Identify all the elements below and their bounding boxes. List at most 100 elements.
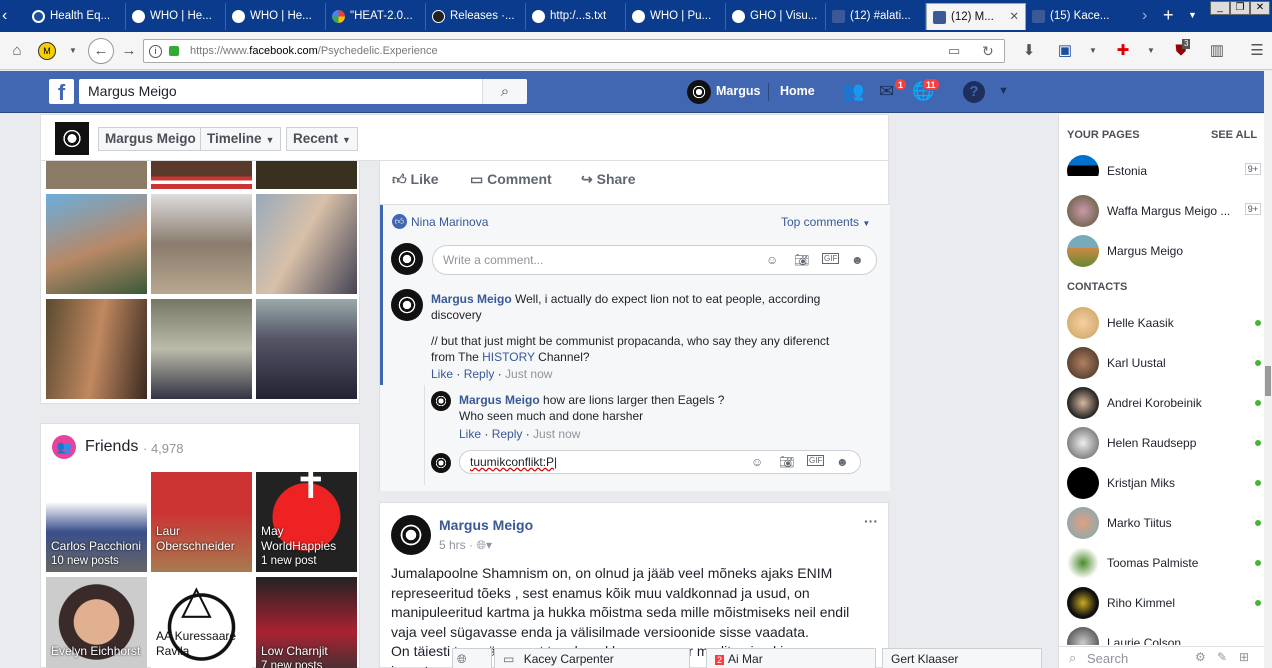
contact-item[interactable]: Andrei Korobeinik <box>1067 385 1263 421</box>
first-aid-icon[interactable]: ✚ <box>1112 41 1134 61</box>
menu-icon[interactable]: ☰ <box>1246 41 1268 61</box>
breadcrumb-recent[interactable]: Recent ▼ <box>286 127 358 151</box>
chat-tab[interactable]: 2 Ai Mar <box>706 648 876 668</box>
friend-requests-icon[interactable]: 👥 <box>842 81 868 103</box>
comment-button[interactable]: ▭ Comment <box>470 171 552 188</box>
forward-button[interactable]: → <box>118 41 140 61</box>
reply-like-link[interactable]: Like <box>459 427 481 441</box>
top-comments-dropdown[interactable]: Top comments ▼ <box>781 215 870 229</box>
comment-author[interactable]: Margus Meigo <box>431 292 512 306</box>
reader-view-icon[interactable]: ▭ <box>948 40 960 62</box>
contact-item[interactable]: Helen Raudsepp <box>1067 425 1263 461</box>
photo-thumbnail[interactable] <box>151 194 252 294</box>
browser-tab[interactable]: (15) Kace... <box>1026 3 1138 30</box>
extension-icon[interactable]: M <box>38 42 56 60</box>
user-avatar[interactable] <box>687 80 711 104</box>
friend-tile[interactable]: Low Charnjit 7 new posts <box>256 577 357 668</box>
photo-thumbnail[interactable] <box>151 299 252 399</box>
tab-scroll-left-button[interactable]: ‹ <box>2 5 18 27</box>
reload-icon[interactable]: ↻ <box>982 40 994 62</box>
group-chat-icon[interactable]: ⊞ <box>1239 650 1249 664</box>
restore-window-button[interactable]: ❐ <box>1230 1 1250 15</box>
browser-tab[interactable]: (12) #alati... <box>826 3 926 30</box>
info-icon[interactable]: i <box>149 45 162 58</box>
friend-tile[interactable]: △ AA Kuressaare Ravila <box>151 577 252 668</box>
page-avatar[interactable] <box>55 122 89 155</box>
facebook-logo-icon[interactable]: f <box>49 79 74 105</box>
photo-thumbnail[interactable] <box>46 161 147 189</box>
audience-icon[interactable]: 🌐︎▾ <box>476 538 492 552</box>
browser-tab-active[interactable]: (12) M... ✕ <box>926 3 1026 30</box>
close-window-button[interactable]: ✕ <box>1250 1 1270 15</box>
breadcrumb-name[interactable]: Margus Meigo <box>98 127 203 151</box>
reply-reply-link[interactable]: Reply <box>492 427 523 441</box>
post-author[interactable]: Margus Meigo <box>439 517 533 533</box>
comment-input[interactable]: Write a comment... <box>432 245 877 275</box>
minimize-window-button[interactable]: _ <box>1210 1 1230 15</box>
chat-tab[interactable]: 🌐︎ <box>452 648 492 668</box>
sidebar-page-estonia[interactable]: Estonia 9+ <box>1067 153 1263 189</box>
browser-tab[interactable]: GHO | Visu... <box>726 3 826 30</box>
friend-tile[interactable]: Carlos Pacchioni 10 new posts <box>46 472 147 572</box>
browser-tab[interactable]: WHO | He... <box>226 3 326 30</box>
reply-input[interactable]: tuumikconflikt:P| <box>459 450 861 474</box>
emoji-icon[interactable]: ☺ <box>766 253 778 267</box>
scrollbar-thumb[interactable] <box>1265 366 1271 396</box>
sidebar-page-waffa[interactable]: Waffa Margus Meigo ... 9+ <box>1067 193 1263 229</box>
reply-author-avatar[interactable] <box>431 391 451 411</box>
contact-item[interactable]: Toomas Palmiste <box>1067 545 1263 581</box>
contact-item[interactable]: Helle Kaasik <box>1067 305 1263 341</box>
chat-tab[interactable]: ▭ Kacey Carpenter <box>494 648 690 668</box>
download-icon[interactable]: ⬇ <box>1018 41 1040 61</box>
profile-link[interactable]: Margus <box>716 84 760 98</box>
like-button[interactable]: 👍︎ Like <box>392 171 439 188</box>
photo-thumbnail[interactable] <box>151 161 252 189</box>
browser-tab[interactable]: WHO | Pu... <box>626 3 726 30</box>
page-scrollbar[interactable] <box>1264 71 1272 668</box>
reply-author[interactable]: Margus Meigo <box>459 393 540 407</box>
close-tab-icon[interactable]: ✕ <box>1009 4 1019 30</box>
breadcrumb-timeline[interactable]: Timeline ▼ <box>200 127 282 151</box>
compose-icon[interactable]: ✎ <box>1217 650 1227 664</box>
photo-thumbnail[interactable] <box>256 194 357 294</box>
chat-tab[interactable]: Gert Klaaser <box>882 648 1042 668</box>
home-icon[interactable]: ⌂ <box>6 41 28 61</box>
contact-item[interactable]: Karl Uustal <box>1067 345 1263 381</box>
contact-item[interactable]: Kristjan Miks <box>1067 465 1263 501</box>
photo-thumbnail[interactable] <box>46 299 147 399</box>
gif-icon[interactable]: GIF <box>807 455 825 466</box>
camera-icon[interactable]: 📷︎ <box>779 455 794 469</box>
search-button[interactable]: ⌕ <box>482 79 527 104</box>
comment-reply-link[interactable]: Reply <box>464 367 495 381</box>
see-all-link[interactable]: SEE ALL <box>1211 129 1257 141</box>
friend-tile[interactable]: Evelyn Eichhorst <box>46 577 147 668</box>
sticker-icon[interactable]: ☻ <box>851 253 864 267</box>
tab-scroll-right-button[interactable]: › <box>1142 5 1156 27</box>
dropdown-icon[interactable]: ▼ <box>1082 41 1104 61</box>
gif-icon[interactable]: GIF <box>822 253 840 264</box>
friends-title[interactable]: Friends <box>85 438 138 456</box>
browser-tab[interactable]: Health Eq... <box>26 3 126 30</box>
tab-list-button[interactable]: ▼ <box>1188 6 1202 24</box>
sidebar-page-margus[interactable]: Margus Meigo <box>1067 233 1263 269</box>
help-icon[interactable]: ? <box>963 81 985 103</box>
sticker-icon[interactable]: ☻ <box>836 455 849 469</box>
back-button[interactable]: ← <box>88 38 114 64</box>
contact-item[interactable]: Riho Kimmel <box>1067 585 1263 621</box>
home-link[interactable]: Home <box>780 84 815 98</box>
friend-tile[interactable]: Laur Oberschneider <box>151 472 252 572</box>
photo-thumbnail[interactable] <box>46 194 147 294</box>
sidebar-icon[interactable]: ▥ <box>1206 41 1228 61</box>
new-tab-button[interactable]: + <box>1163 4 1181 26</box>
ublock-icon[interactable]: ⛊ 3 <box>1170 39 1192 61</box>
share-button[interactable]: ↪ Share <box>581 171 636 188</box>
post-menu-button[interactable]: ··· <box>864 513 878 529</box>
post-author-avatar[interactable] <box>391 515 431 555</box>
comment-like-link[interactable]: Like <box>431 367 453 381</box>
browser-tab[interactable]: WHO | He... <box>126 3 226 30</box>
browser-tab[interactable]: http:/...s.txt <box>526 3 626 30</box>
dropdown-icon[interactable]: ▼ <box>62 41 84 61</box>
camera-icon[interactable]: 📷︎ <box>794 253 809 267</box>
account-menu-icon[interactable]: ▼ <box>998 85 1009 97</box>
browser-tab[interactable]: "HEAT-2.0... <box>326 3 426 30</box>
